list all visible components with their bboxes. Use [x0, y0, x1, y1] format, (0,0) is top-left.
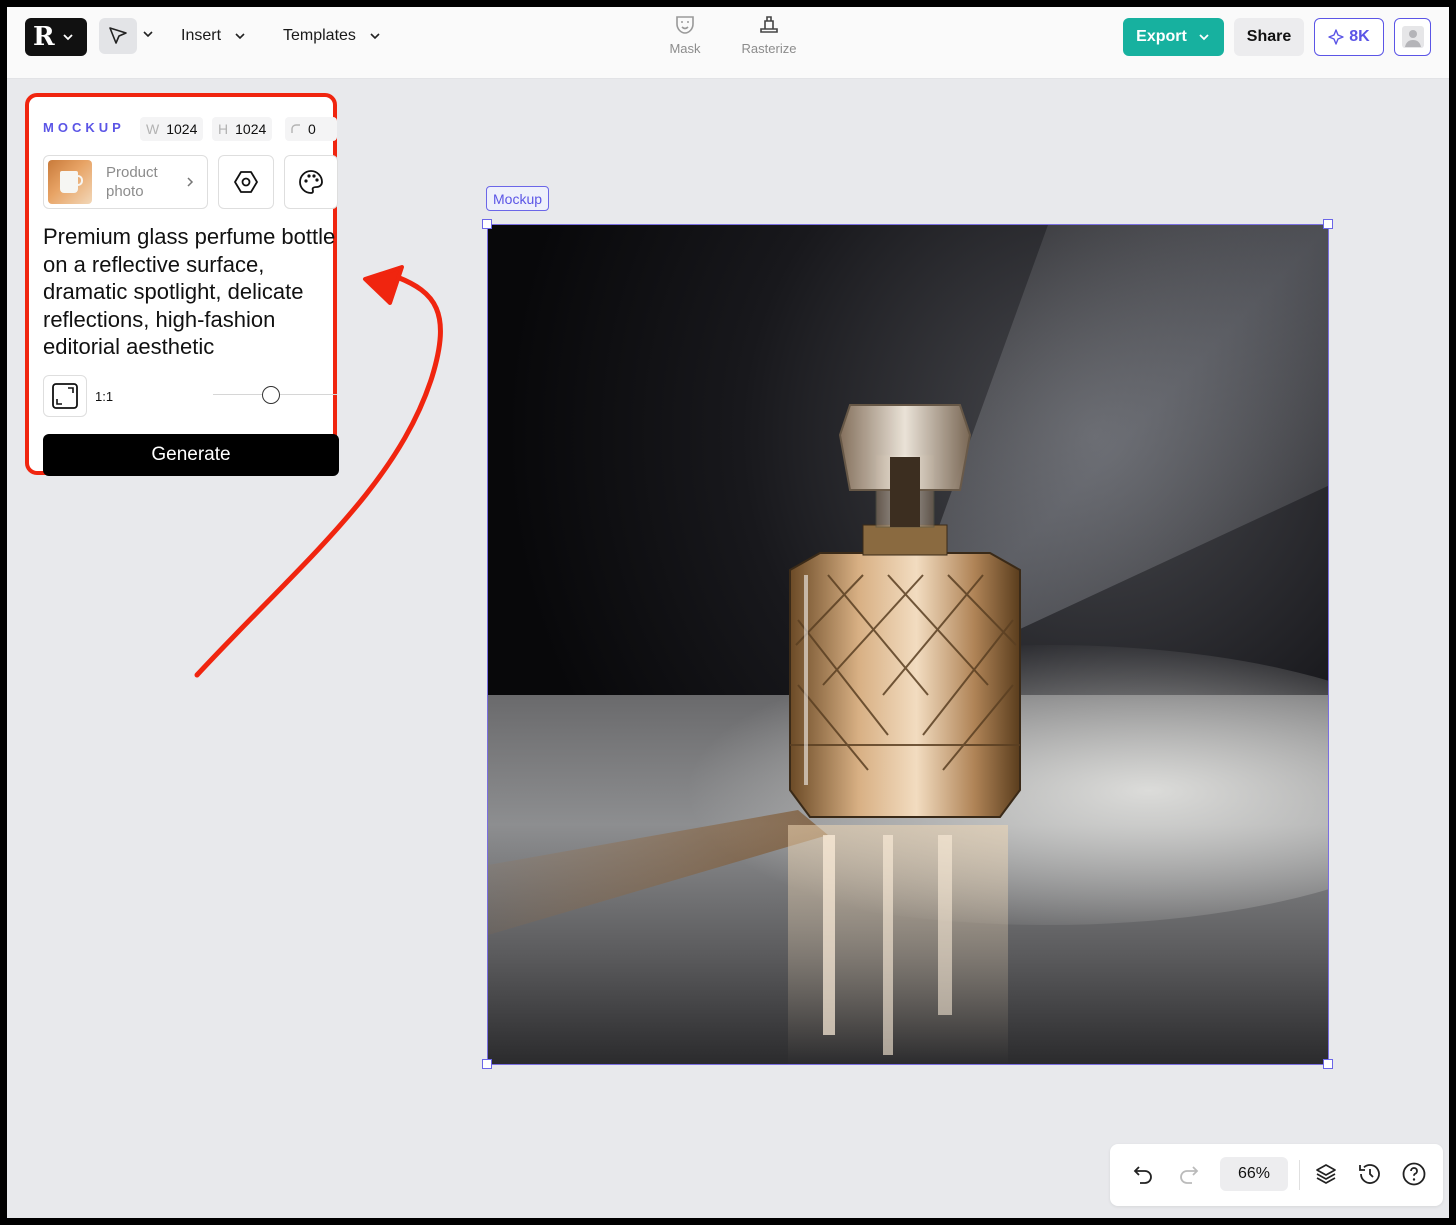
mockup-frame-label[interactable]: Mockup	[486, 186, 550, 211]
resize-handle-top-right[interactable]	[1323, 219, 1333, 229]
insert-menu[interactable]: Insert	[181, 27, 247, 45]
palette-icon	[299, 170, 323, 194]
redo-button[interactable]	[1174, 1159, 1204, 1189]
top-toolbar: R Insert Templates Mask Rasterize Export…	[7, 7, 1449, 79]
product-thumbnail	[48, 160, 92, 204]
aspect-ratio-icon	[52, 383, 78, 409]
app-window: R Insert Templates Mask Rasterize Export…	[7, 7, 1449, 1218]
settings-button[interactable]	[218, 155, 274, 209]
mask-tool-button[interactable]: Mask	[650, 13, 720, 56]
history-button[interactable]	[1355, 1159, 1385, 1189]
logo-icon: R	[33, 22, 55, 52]
avatar-button[interactable]	[1394, 18, 1431, 56]
templates-menu-label: Templates	[283, 27, 356, 44]
history-icon	[1359, 1164, 1380, 1184]
resize-handle-bottom-left[interactable]	[482, 1059, 492, 1069]
export-button[interactable]: Export	[1123, 18, 1224, 56]
corner-radius-icon	[291, 124, 300, 133]
credits-button[interactable]: 8K	[1314, 18, 1384, 56]
height-label: H	[218, 121, 229, 137]
width-value: 1024	[166, 121, 198, 137]
chevron-right-icon	[187, 177, 194, 187]
undo-icon	[1133, 1166, 1152, 1184]
toolbar-divider	[1299, 1160, 1300, 1190]
zoom-level[interactable]: 66%	[1220, 1157, 1288, 1191]
rasterize-label: Rasterize	[741, 41, 797, 56]
corner-radius-value: 0	[308, 121, 316, 137]
undo-button[interactable]	[1128, 1159, 1158, 1189]
insert-menu-label: Insert	[181, 27, 222, 44]
resize-handle-bottom-right[interactable]	[1323, 1059, 1333, 1069]
slider-handle[interactable]	[262, 386, 280, 404]
chevron-down-icon[interactable]	[141, 27, 155, 41]
style-palette-button[interactable]	[284, 155, 338, 209]
rasterize-tool-button[interactable]: Rasterize	[734, 13, 804, 56]
resize-handle-top-left[interactable]	[482, 219, 492, 229]
corner-radius-field[interactable]: 0	[285, 117, 337, 141]
width-field[interactable]: W 1024	[140, 117, 204, 141]
mockup-panel: MOCKUP W 1024 H 1024 0 Product photo Pre…	[25, 93, 339, 476]
mask-label: Mask	[669, 41, 701, 56]
sparkle-icon	[1328, 29, 1344, 45]
redo-icon	[1180, 1166, 1199, 1184]
panel-title: MOCKUP	[43, 120, 125, 135]
chevron-down-icon	[1199, 34, 1209, 41]
aspect-ratio-button[interactable]	[43, 375, 87, 417]
height-value: 1024	[235, 121, 267, 137]
perfume-bottle-image	[488, 225, 1328, 1064]
help-button[interactable]	[1399, 1159, 1429, 1189]
user-avatar-icon	[1401, 26, 1424, 48]
chevron-down-icon	[235, 33, 245, 40]
share-button[interactable]: Share	[1234, 18, 1304, 56]
width-label: W	[146, 121, 160, 137]
help-icon	[1402, 1162, 1426, 1186]
mask-icon	[676, 16, 694, 34]
prompt-text[interactable]: Premium glass perfume bottle on a reflec…	[43, 223, 339, 361]
bottom-toolbar: 66%	[1110, 1144, 1443, 1206]
templates-menu[interactable]: Templates	[283, 27, 382, 45]
chevron-down-icon	[370, 33, 380, 40]
product-photo-selector[interactable]: Product photo	[43, 155, 208, 209]
export-label: Export	[1136, 28, 1187, 45]
cursor-icon	[109, 27, 127, 44]
hexagon-settings-icon	[234, 171, 258, 193]
chevron-down-icon	[62, 34, 73, 41]
aspect-ratio-label: 1:1	[95, 389, 114, 404]
app-menu-button[interactable]: R	[25, 18, 87, 56]
product-photo-label: Product photo	[106, 164, 158, 200]
credits-label: 8K	[1349, 28, 1370, 45]
height-field[interactable]: H 1024	[212, 117, 273, 141]
layers-button[interactable]	[1311, 1159, 1341, 1189]
select-tool-button[interactable]	[99, 18, 137, 54]
mockup-image[interactable]	[487, 224, 1329, 1065]
rasterize-icon	[760, 16, 778, 33]
layers-icon	[1316, 1164, 1336, 1184]
generate-button[interactable]: Generate	[43, 434, 339, 476]
